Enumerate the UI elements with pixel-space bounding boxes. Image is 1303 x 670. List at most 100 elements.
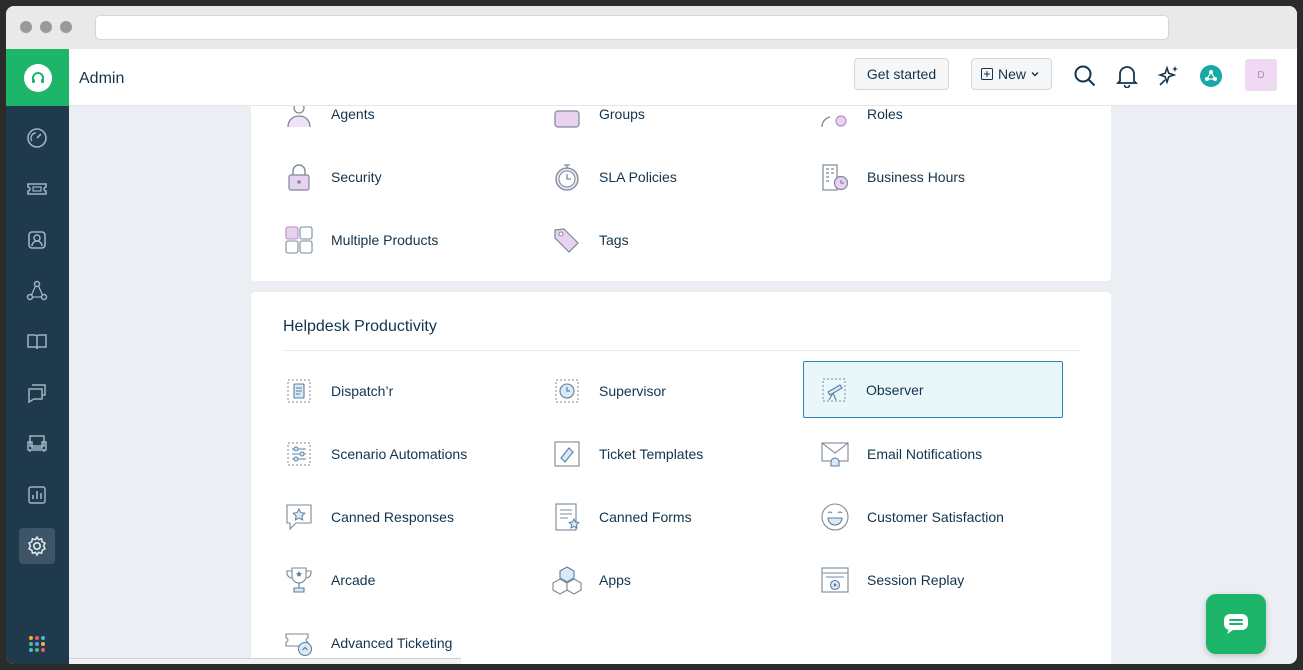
sidebar-item-dashboard[interactable] [19,120,55,156]
admin-item-business-hours[interactable]: Business Hours [819,148,1079,205]
chat-widget-button[interactable] [1206,594,1266,654]
new-button-label: New [998,66,1027,82]
item-label: Canned Responses [331,508,454,525]
browser-chrome [6,6,1297,49]
admin-content: Agents Groups Roles Security SLA Policie… [69,106,1297,664]
item-label: Multiple Products [331,231,439,248]
sidebar-item-solutions[interactable] [19,324,55,360]
lock-icon [284,162,314,192]
telescope-icon [819,375,849,405]
admin-item-supervisor[interactable]: Supervisor [551,362,811,419]
item-label: Supervisor [599,382,666,399]
chat-bubbles-icon [28,384,46,404]
supervisor-icon [552,376,582,406]
item-label: Roles [867,106,903,122]
admin-item-tags[interactable]: Tags [551,211,811,268]
item-label: SLA Policies [599,168,677,185]
admin-item-canned-forms[interactable]: Canned Forms [551,488,811,545]
app-window: Admin Get started New D Agents Groups Ro… [6,6,1297,664]
roles-icon [820,106,850,129]
admin-item-session-replay[interactable]: Session Replay [819,551,1079,608]
item-label: Security [331,168,382,185]
session-replay-icon [820,565,850,595]
window-close-dot[interactable] [20,21,32,33]
sidebar-item-reports[interactable] [19,477,55,513]
url-bar[interactable] [95,15,1169,40]
item-label: Canned Forms [599,508,692,525]
admin-item-multiple-products[interactable]: Multiple Products [283,211,543,268]
admin-item-roles[interactable]: Roles [819,106,1079,142]
trophy-icon [284,565,314,595]
book-icon [27,334,47,350]
freddy-app-icon[interactable] [1198,63,1224,89]
helpdesk-productivity-card: Helpdesk Productivity Dispatch’r Supervi… [251,292,1111,664]
admin-item-security[interactable]: Security [283,148,543,205]
products-icon [284,225,314,255]
admin-item-customer-satisfaction[interactable]: Customer Satisfaction [819,488,1079,545]
advanced-ticketing-icon [284,628,314,658]
new-button[interactable]: New [971,58,1052,90]
sidebar-item-forums[interactable] [19,375,55,411]
sidebar [6,49,69,664]
sofa-icon [27,435,47,452]
admin-item-dispatcher[interactable]: Dispatch’r [283,362,543,419]
chevron-down-icon [1031,72,1039,77]
admin-item-email-notifications[interactable]: Email Notifications [819,425,1079,482]
notification-bell-icon[interactable] [1114,63,1140,89]
ai-sparkle-icon[interactable] [1156,63,1182,89]
item-label: Customer Satisfaction [867,508,1004,525]
stopwatch-icon [552,162,582,192]
get-started-button[interactable]: Get started [854,58,949,90]
team-section-card: Agents Groups Roles Security SLA Policie… [251,106,1111,281]
sidebar-item-admin[interactable] [19,528,55,564]
cubes-icon [552,565,582,595]
item-label: Groups [599,106,645,122]
admin-item-apps[interactable]: Apps [551,551,811,608]
gear-icon [27,535,47,557]
headset-icon [23,63,52,92]
network-icon [26,280,48,301]
ticket-icon [27,183,47,195]
admin-item-groups[interactable]: Groups [551,106,811,142]
avatar[interactable]: D [1245,59,1277,91]
freshdesk-logo[interactable] [6,49,69,106]
dashboard-icon [27,128,47,148]
admin-item-advanced-ticketing[interactable]: Advanced Ticketing [283,614,543,664]
admin-item-arcade[interactable]: Arcade [283,551,543,608]
item-label: Observer [866,381,924,398]
item-label: Advanced Ticketing [331,634,453,651]
ticket-template-icon [552,439,582,469]
agent-icon [284,106,314,129]
sidebar-item-assets[interactable] [19,426,55,462]
bar-chart-icon [28,486,46,504]
item-label: Session Replay [867,571,965,588]
sidebar-item-contacts[interactable] [19,222,55,258]
item-label: Ticket Templates [599,445,704,462]
admin-item-scenario-automations[interactable]: Scenario Automations [283,425,543,482]
app-switcher-icon[interactable] [28,635,46,658]
groups-icon [552,106,582,129]
sidebar-item-groups[interactable] [19,273,55,309]
section-divider [283,350,1080,351]
canned-response-icon [284,502,314,532]
item-label: Business Hours [867,168,966,185]
admin-item-ticket-templates[interactable]: Ticket Templates [551,425,811,482]
page-title: Admin [79,70,125,87]
admin-item-agents[interactable]: Agents [283,106,543,142]
window-maximize-dot[interactable] [60,21,72,33]
smiley-icon [820,502,850,532]
item-label: Dispatch’r [331,382,394,399]
email-bell-icon [820,439,850,469]
sidebar-item-tickets[interactable] [19,171,55,207]
window-minimize-dot[interactable] [40,21,52,33]
item-label: Scenario Automations [331,445,468,462]
automation-icon [284,439,314,469]
admin-item-observer[interactable]: Observer [803,361,1063,418]
item-label: Agents [331,106,375,122]
chat-icon [1224,614,1248,634]
item-label: Tags [599,231,629,248]
search-icon[interactable] [1072,63,1098,89]
admin-item-sla-policies[interactable]: SLA Policies [551,148,811,205]
admin-item-canned-responses[interactable]: Canned Responses [283,488,543,545]
item-label: Apps [599,571,631,588]
